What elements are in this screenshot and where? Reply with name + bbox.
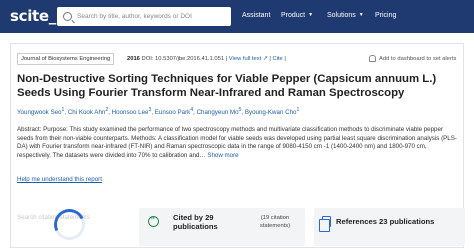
- nav-link-solutions-label: Solutions: [327, 12, 356, 19]
- nav-link-solutions[interactable]: Solutions ▼: [327, 12, 364, 19]
- references-count: References 23 publications: [336, 217, 435, 226]
- author-link[interactable]: Changyeun Mo5: [197, 107, 242, 116]
- loading-spinner: [49, 204, 90, 245]
- help-understand-link[interactable]: Help me understand this report: [17, 176, 102, 183]
- search-icon: [63, 12, 72, 21]
- bell-icon[interactable]: [369, 55, 376, 62]
- author-link[interactable]: Hoonsoo Lee3: [112, 107, 152, 116]
- scite-logo[interactable]: scite_: [10, 7, 56, 25]
- author-link[interactable]: Youngwook Seo1: [17, 107, 64, 116]
- doi[interactable]: DOI: 10.5307/jbe.2016.41.1.051: [142, 56, 225, 62]
- author-list: Youngwook Seo1, Chi Kook Ahn2, Hoonsoo L…: [17, 107, 300, 117]
- alert-text[interactable]: Add to dashboard to set alerts: [379, 56, 456, 62]
- publication-year: 2016: [127, 56, 140, 62]
- top-navigation-bar: scite_ Search by title, author, keywords…: [0, 0, 474, 33]
- journal-badge[interactable]: Journal of Biosystems Engineering: [17, 53, 115, 65]
- external-link-icon: ↗: [262, 56, 268, 62]
- paper-meta: 2016 DOI: 10.5307/jbe.2016.41.1.051 | Vi…: [127, 56, 286, 62]
- quote-icon: [148, 215, 159, 227]
- search-input[interactable]: Search by title, author, keywords or DOI: [77, 13, 192, 20]
- paper-title: Non-Destructive Sorting Techniques for V…: [17, 73, 437, 99]
- nav-link-pricing[interactable]: Pricing: [375, 12, 396, 19]
- citation-statements-count: (19 citation statements): [259, 215, 291, 229]
- show-more-link[interactable]: Show more: [207, 152, 238, 159]
- cite-link[interactable]: Cite: [272, 56, 282, 62]
- cited-by-count: Cited by 29 publications: [173, 213, 218, 232]
- chevron-down-icon: ▼: [358, 12, 364, 18]
- search-box[interactable]: Search by title, author, keywords or DOI: [57, 7, 231, 26]
- view-full-text-link[interactable]: View full text: [229, 56, 261, 62]
- nav-link-product[interactable]: Product ▼: [281, 12, 313, 19]
- paper-card: Journal of Biosystems Engineering 2016 D…: [10, 43, 465, 248]
- abstract: Abstract: Purpose: This study examined t…: [17, 126, 459, 160]
- chevron-down-icon: ▼: [308, 12, 314, 18]
- references-panel[interactable]: References 23 publications: [314, 208, 465, 246]
- author-link[interactable]: Chi Kook Ahn2: [68, 107, 108, 116]
- separator: |: [284, 56, 286, 62]
- author-link[interactable]: Byoung-Kwan Cho1: [245, 107, 299, 116]
- author-link[interactable]: Eunsoo Park4: [155, 107, 193, 116]
- document-icon: [319, 216, 331, 232]
- nav-link-assistant[interactable]: Assistant: [242, 12, 270, 19]
- nav-link-product-label: Product: [281, 12, 306, 19]
- cited-by-panel[interactable]: Cited by 29 publications (19 citation st…: [139, 208, 305, 246]
